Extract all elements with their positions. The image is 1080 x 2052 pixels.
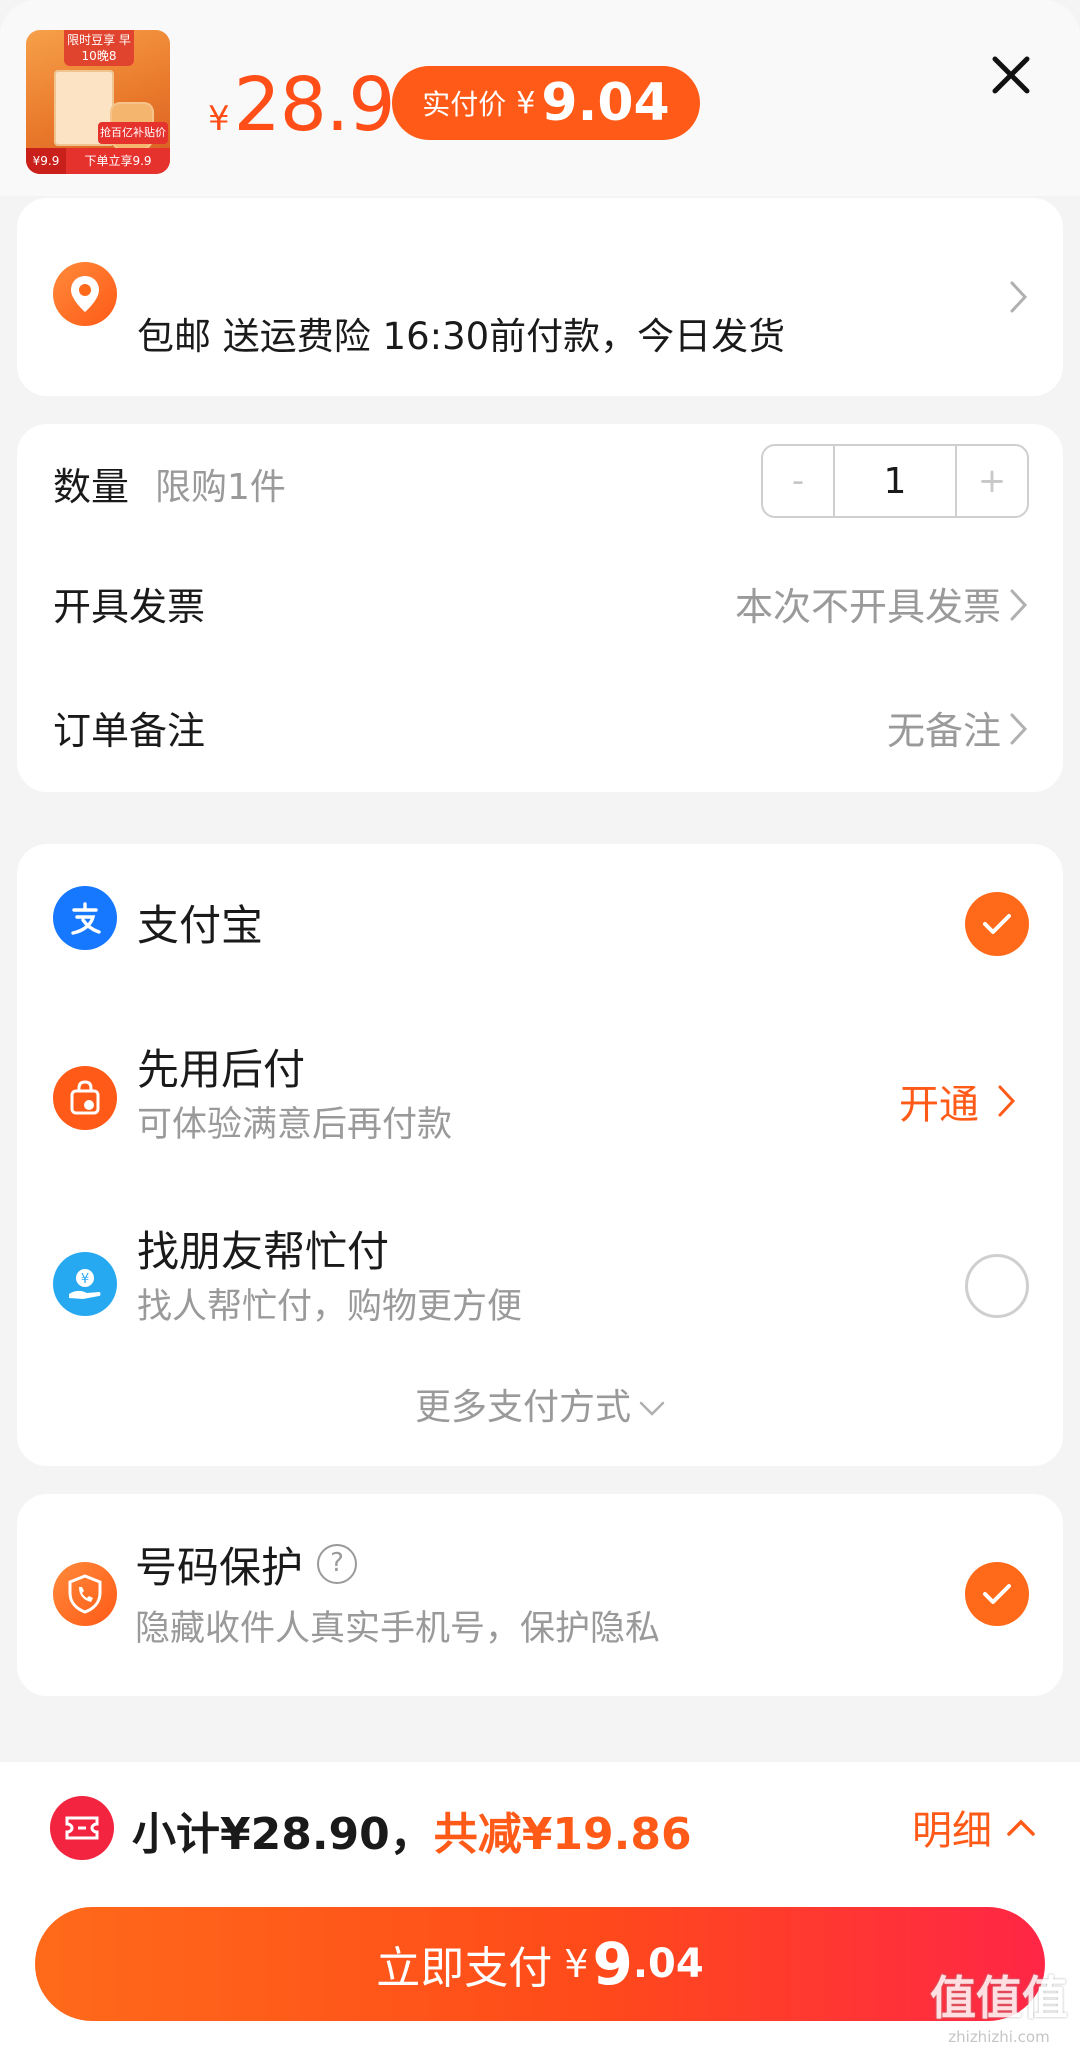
quantity-value[interactable]: 1 xyxy=(833,446,957,516)
close-icon xyxy=(992,56,1030,94)
close-button[interactable] xyxy=(988,52,1034,98)
thumb-bottom-bar: ¥9.9 下单立享9.9 xyxy=(26,148,170,174)
real-price-currency: ¥ xyxy=(516,85,536,121)
pay-later-open-label: 开通 xyxy=(899,1082,979,1128)
pay-now-label: 立即支付 xyxy=(376,1943,553,1994)
real-price-value: 9.04 xyxy=(541,73,670,133)
pay-now-button[interactable]: 立即支付 ¥ 9 .04 xyxy=(35,1907,1045,2021)
order-options-card: 数量 限购1件 - 1 + 开具发票 本次不开具发票 订单备注 无备注 xyxy=(17,424,1063,792)
quantity-stepper: - 1 + xyxy=(761,444,1029,518)
pay-later-open-link[interactable]: 开通 xyxy=(899,1072,1017,1130)
alipay-selected-check-icon[interactable] xyxy=(965,892,1029,956)
quantity-label: 数量 xyxy=(53,465,130,509)
real-price-badge: 实付价 ¥ 9.04 xyxy=(392,66,700,140)
price-currency: ¥ xyxy=(208,99,230,139)
more-payment-label: 更多支付方式 xyxy=(414,1387,631,1428)
watermark-sub: zhizhizhi.com xyxy=(948,2028,1050,2046)
chevron-up-icon xyxy=(1007,1819,1035,1836)
detail-label: 明细 xyxy=(912,1808,992,1854)
address-card[interactable]: 包邮 送运费险 16:30前付款，今日发货 xyxy=(17,198,1063,396)
number-protection-subtitle: 隐藏收件人真实手机号，保护隐私 xyxy=(135,1609,661,1649)
alipay-title: 支付宝 xyxy=(137,901,264,950)
hand-money-icon: ¥ xyxy=(53,1252,117,1316)
chevron-down-icon xyxy=(639,1401,665,1416)
thumb-mid-label: 抢百亿补贴价 xyxy=(98,122,168,144)
product-price: ¥ 28.9 xyxy=(208,62,396,148)
checkout-footer: 小计¥28.90，共减¥19.86 明细 立即支付 ¥ 9 .04 xyxy=(0,1762,1080,2052)
friend-pay-subtitle: 找人帮忙付，购物更方便 xyxy=(137,1287,523,1327)
watermark-logo: 值值值 zhizhizhi.com xyxy=(924,1962,1074,2046)
remark-value: 无备注 xyxy=(886,709,1001,753)
pay-later-title: 先用后付 xyxy=(137,1045,306,1094)
subtotal-summary: 小计¥28.90，共减¥19.86 xyxy=(132,1798,692,1862)
payment-methods-card: 支付宝 先用后付 可体验满意后再付款 开通 ¥ 找朋友帮忙付 找人帮忙付，购物更… xyxy=(17,844,1063,1466)
payment-option-pay-later[interactable]: 先用后付 可体验满意后再付款 开通 xyxy=(17,994,1063,1174)
friend-pay-title: 找朋友帮忙付 xyxy=(137,1227,390,1276)
pay-now-currency: ¥ xyxy=(564,1942,589,1986)
quantity-limit: 限购1件 xyxy=(155,467,286,508)
shopping-bag-icon xyxy=(53,1066,117,1130)
invoice-chevron-icon xyxy=(1009,588,1029,622)
real-price-label: 实付价 xyxy=(422,88,507,121)
pay-later-chevron-icon xyxy=(998,1085,1016,1117)
price-value: 28.9 xyxy=(233,62,396,148)
number-protection-card[interactable]: 号码保护 ? 隐藏收件人真实手机号，保护隐私 xyxy=(17,1494,1063,1696)
thumb-top-tag: 限时豆享 早10晚8 xyxy=(64,30,134,66)
discount-text: 共减¥19.86 xyxy=(433,1809,692,1860)
remark-label: 订单备注 xyxy=(53,709,206,753)
payment-option-alipay[interactable]: 支付宝 xyxy=(17,844,1063,994)
number-protection-title: 号码保护 xyxy=(135,1543,304,1592)
invoice-value: 本次不开具发票 xyxy=(734,585,1001,629)
price-detail-toggle[interactable]: 明细 xyxy=(912,1798,1036,1856)
alipay-icon xyxy=(53,886,117,950)
pay-later-subtitle: 可体验满意后再付款 xyxy=(137,1105,453,1145)
address-chevron-icon xyxy=(1009,280,1029,314)
pay-now-int: 9 xyxy=(592,1930,633,1998)
payment-option-friend-pay[interactable]: ¥ 找朋友帮忙付 找人帮忙付，购物更方便 xyxy=(17,1174,1063,1364)
phone-shield-icon xyxy=(53,1562,117,1626)
friend-pay-radio[interactable] xyxy=(965,1254,1029,1318)
help-question-icon[interactable]: ? xyxy=(317,1544,357,1584)
shipping-info: 包邮 送运费险 16:30前付款，今日发货 xyxy=(137,315,786,358)
more-payment-methods[interactable]: 更多支付方式 xyxy=(17,1378,1063,1430)
quantity-minus-button[interactable]: - xyxy=(763,446,833,516)
coupon-ticket-icon xyxy=(50,1796,114,1860)
product-thumbnail[interactable]: 限时豆享 早10晚8 抢百亿补贴价 ¥9.9 下单立享9.9 xyxy=(26,30,170,174)
invoice-row[interactable]: 开具发票 本次不开具发票 xyxy=(17,544,1063,664)
pay-now-dec: .04 xyxy=(632,1941,704,1987)
subtotal-text: 小计¥28.90， xyxy=(132,1809,434,1860)
watermark-text: 值值值 xyxy=(930,1971,1068,2025)
invoice-label: 开具发票 xyxy=(53,585,206,629)
thumb-bottom-price: ¥9.9 xyxy=(26,148,66,174)
number-protection-check-icon[interactable] xyxy=(965,1562,1029,1626)
thumb-bottom-text: 下单立享9.9 xyxy=(84,154,152,168)
remark-chevron-icon xyxy=(1009,712,1029,746)
checkout-header: 限时豆享 早10晚8 抢百亿补贴价 ¥9.9 下单立享9.9 ¥ 28.9 实付… xyxy=(0,0,1080,196)
svg-text:¥: ¥ xyxy=(81,1272,89,1287)
quantity-plus-button[interactable]: + xyxy=(957,446,1027,516)
location-pin-icon xyxy=(53,262,117,326)
remark-row[interactable]: 订单备注 无备注 xyxy=(17,668,1063,788)
